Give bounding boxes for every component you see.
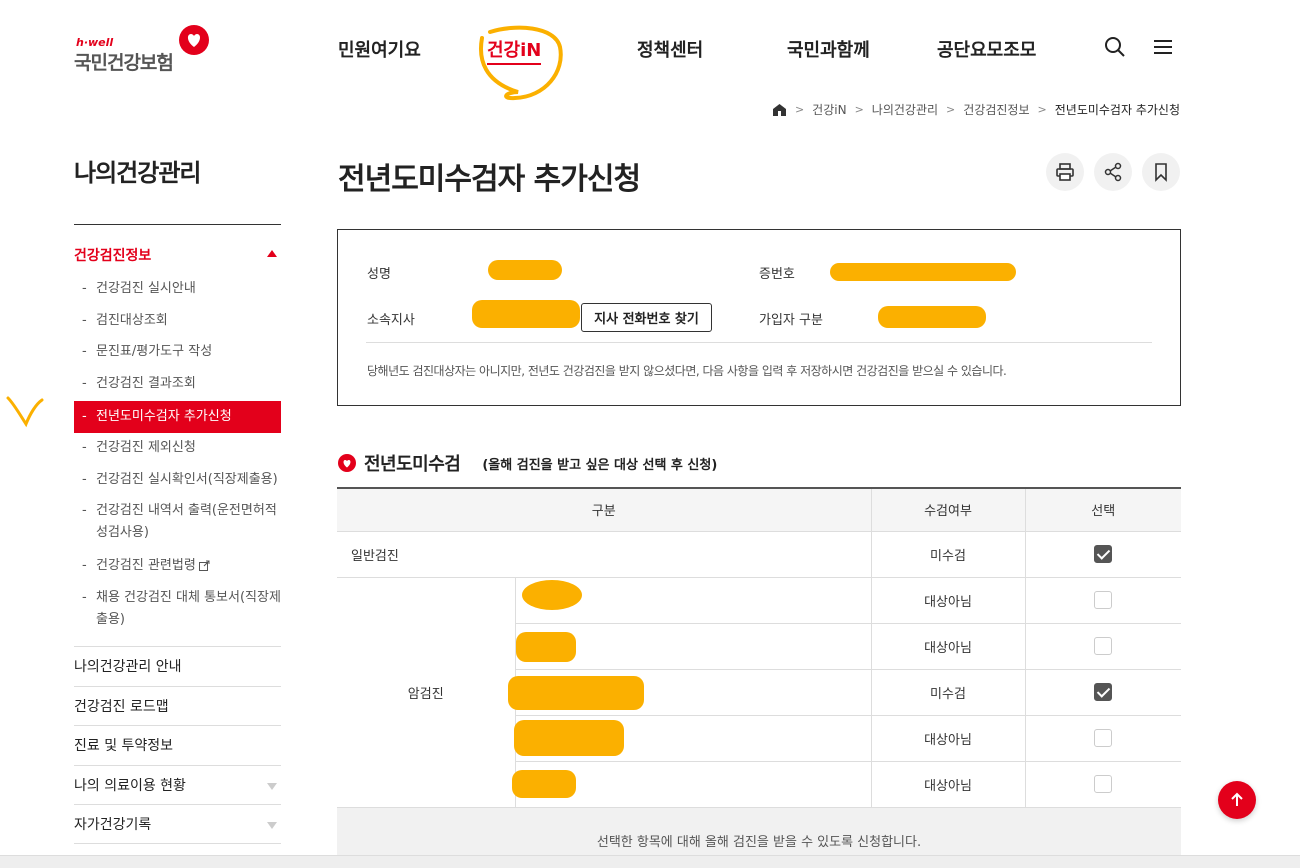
sidebar-sub-item[interactable]: - 건강검진 관련법령 xyxy=(74,555,281,577)
redacted-cert-number xyxy=(830,263,1016,281)
select-checkbox[interactable] xyxy=(1094,775,1113,793)
section-heading: 전년도미수검 (올해 검진을 받고 싶은 대상 선택 후 신청) xyxy=(338,450,717,476)
select-checkbox[interactable] xyxy=(1094,729,1113,747)
bottom-scrollbar[interactable] xyxy=(0,855,1300,868)
sidebar-sub-item[interactable]: - 건강검진 실시안내 xyxy=(74,278,281,300)
info-divider xyxy=(366,342,1152,343)
sidebar-item[interactable]: 나의건강관리 안내 xyxy=(74,646,281,686)
checkmark-annotation xyxy=(6,396,44,428)
select-checkbox[interactable] xyxy=(1094,545,1113,563)
print-button[interactable] xyxy=(1046,153,1084,191)
sidebar-group-label: 건강검진정보 xyxy=(74,248,152,264)
branch-label: 소속지사 xyxy=(367,313,415,328)
find-branch-phone-button[interactable]: 지사 전화번호 찾기 xyxy=(581,303,712,332)
bookmark-button[interactable] xyxy=(1142,153,1180,191)
hamburger-menu-icon[interactable] xyxy=(1151,35,1175,59)
cert-number-label: 증번호 xyxy=(759,267,795,282)
sidebar-sub-item[interactable]: - 건강검진 내역서 출력(운전면허적성검사용) xyxy=(74,500,284,544)
breadcrumb-item[interactable]: 건강iN xyxy=(812,101,846,118)
bookmark-icon xyxy=(1155,163,1167,182)
redacted-member-type xyxy=(878,306,986,328)
member-type-label: 가입자 구분 xyxy=(759,313,823,328)
heart-logo-icon xyxy=(179,25,209,55)
nav-active-underline xyxy=(487,63,541,65)
general-checkup-label: 일반검진 xyxy=(337,531,871,578)
section-subtitle: (올해 검진을 받고 싶은 대상 선택 후 신청) xyxy=(482,457,718,473)
caret-up-icon xyxy=(267,250,277,257)
breadcrumb: > 건강iN > 나의건강관리 > 건강검진정보 > 전년도미수검자 추가신청 xyxy=(772,101,1180,118)
redacted-branch xyxy=(472,300,580,328)
sidebar-item[interactable]: 자가건강기록 xyxy=(74,804,281,844)
name-label: 성명 xyxy=(367,267,391,282)
redacted-cancer-type xyxy=(511,761,871,808)
col-header-select: 선택 xyxy=(1024,488,1181,532)
page-title: 전년도미수검자 추가신청 xyxy=(338,162,641,197)
caret-down-icon xyxy=(267,822,277,829)
heart-bullet-icon xyxy=(338,454,356,472)
table-header-row: 구분 수검여부 선택 xyxy=(337,488,1181,532)
sidebar-sub-item[interactable]: - 건강검진 결과조회 xyxy=(74,373,281,395)
search-icon[interactable] xyxy=(1103,35,1127,59)
status-cell: 대상아님 xyxy=(870,623,1025,670)
sidebar-item[interactable]: 진료 및 투약정보 xyxy=(74,725,281,765)
scroll-top-button[interactable] xyxy=(1218,781,1256,819)
sidebar-sub-item[interactable]: - 건강검진 제외신청 xyxy=(74,437,281,459)
status-cell: 대상아님 xyxy=(870,577,1025,624)
select-checkbox[interactable] xyxy=(1094,637,1113,655)
arrow-up-icon xyxy=(1231,792,1243,806)
sidebar-group-checkup-info[interactable]: 건강검진정보 xyxy=(74,245,281,265)
nhis-logo[interactable]: h·well 국민건강보험 xyxy=(74,22,214,74)
breadcrumb-item[interactable]: 건강검진정보 xyxy=(963,101,1029,118)
share-icon xyxy=(1104,162,1122,182)
sidebar-sub-item[interactable]: - 검진대상조회 xyxy=(74,310,281,332)
sidebar-sub-item[interactable]: - 건강검진 실시확인서(직장제출용) xyxy=(74,469,281,491)
breadcrumb-current: 전년도미수검자 추가신청 xyxy=(1054,103,1180,117)
caret-down-icon xyxy=(267,783,277,790)
nav-item-agency[interactable]: 공단요모조모 xyxy=(937,36,1036,62)
status-cell: 미수검 xyxy=(870,531,1025,578)
sidebar-divider xyxy=(74,224,281,225)
select-checkbox[interactable] xyxy=(1094,591,1113,609)
breadcrumb-item[interactable]: 나의건강관리 xyxy=(872,101,938,118)
cancer-checkup-label: 암검진 xyxy=(337,577,515,808)
nav-item-together[interactable]: 국민과함께 xyxy=(787,36,870,62)
col-header-category: 구분 xyxy=(337,488,871,532)
nav-item-health-in[interactable]: 건강iN xyxy=(487,36,541,62)
select-checkbox[interactable] xyxy=(1094,683,1113,701)
table-row: 암검진 대상아님 xyxy=(337,577,1181,808)
section-title: 전년도미수검 xyxy=(364,454,461,475)
status-cell: 대상아님 xyxy=(870,715,1025,762)
redacted-cancer-type xyxy=(507,669,871,716)
breadcrumb-separator: > xyxy=(946,103,956,116)
status-cell: 미수검 xyxy=(870,669,1025,716)
sidebar-item[interactable]: 나의 의료이용 현황 xyxy=(74,765,281,805)
unexamined-table: 구분 수검여부 선택 일반검진 미수검 암검진 대상아님 대상아님 미수검 대상… xyxy=(337,487,1181,808)
info-description: 당해년도 검진대상자는 아니지만, 전년도 건강검진을 받지 않으셨다면, 다음… xyxy=(367,364,1007,378)
member-info-box: 성명 증번호 소속지사 지사 전화번호 찾기 가입자 구분 당해년도 검진대상자… xyxy=(337,229,1181,406)
redacted-cancer-type xyxy=(514,577,871,624)
logo-name-text: 국민건강보험 xyxy=(74,52,174,74)
breadcrumb-separator: > xyxy=(854,103,864,116)
external-link-icon xyxy=(198,560,210,571)
nav-item-civil[interactable]: 민원여기요 xyxy=(338,36,421,62)
breadcrumb-separator: > xyxy=(794,103,805,116)
breadcrumb-separator: > xyxy=(1037,103,1047,116)
nav-item-policy[interactable]: 정책센터 xyxy=(637,36,703,62)
sidebar-sub-item-active[interactable]: - 전년도미수검자 추가신청 xyxy=(74,401,281,433)
home-icon[interactable] xyxy=(772,103,787,117)
sidebar-sub-item[interactable]: - 문진표/평가도구 작성 xyxy=(74,341,281,363)
share-button[interactable] xyxy=(1094,153,1132,191)
redacted-name xyxy=(488,260,562,280)
sidebar-item[interactable]: 건강검진 로드맵 xyxy=(74,686,281,726)
redacted-cancer-type xyxy=(514,623,871,670)
redacted-cancer-type xyxy=(513,715,871,762)
sidebar-title: 나의건강관리 xyxy=(74,159,201,187)
status-cell: 대상아님 xyxy=(870,761,1025,808)
print-icon xyxy=(1056,163,1074,181)
col-header-status: 수검여부 xyxy=(870,488,1025,532)
table-row: 일반검진 미수검 xyxy=(337,531,1181,578)
sidebar-sub-item[interactable]: - 채용 건강검진 대체 통보서(직장제출용) xyxy=(74,587,284,631)
